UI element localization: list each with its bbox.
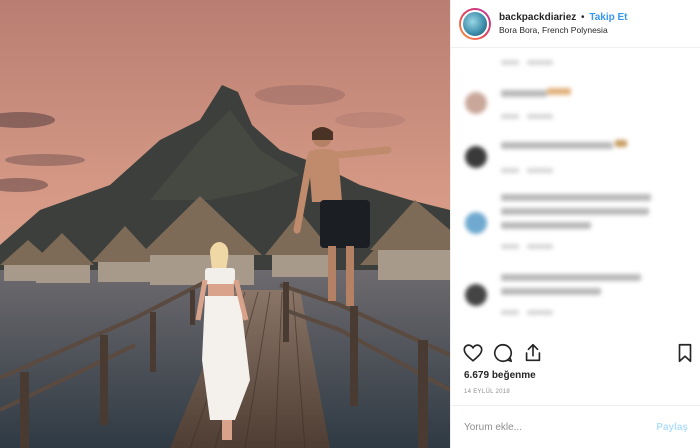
post-photo[interactable] <box>0 0 450 448</box>
comment-text <box>501 288 601 295</box>
share-icon[interactable] <box>522 342 544 364</box>
follow-button[interactable]: Takip Et <box>589 12 627 23</box>
comment-text <box>501 142 613 149</box>
comment-meta <box>501 310 519 315</box>
comment-avatar[interactable] <box>465 284 487 306</box>
comment-avatar[interactable] <box>465 146 487 168</box>
comments-list <box>451 48 700 338</box>
comment-input[interactable] <box>464 421 657 433</box>
likes-number: 6.679 <box>464 370 490 381</box>
comment-text <box>501 274 641 281</box>
comment-text <box>501 208 649 215</box>
comment-meta <box>527 310 553 315</box>
post-header: backpackdiariez • Takip Et Bora Bora, Fr… <box>451 0 700 48</box>
comment-text <box>501 194 651 201</box>
comment-meta <box>501 60 519 65</box>
header-line: backpackdiariez • Takip Et <box>499 11 628 24</box>
bookmark-icon[interactable] <box>674 342 696 364</box>
comment-meta <box>527 114 553 119</box>
likes-count[interactable]: 6.679 beğenme <box>464 370 536 381</box>
header-text: backpackdiariez • Takip Et Bora Bora, Fr… <box>499 11 628 37</box>
post-sidebar: backpackdiariez • Takip Et Bora Bora, Fr… <box>450 0 700 448</box>
comment-meta <box>501 244 519 249</box>
location-link[interactable]: Bora Bora, French Polynesia <box>499 24 628 37</box>
add-comment-bar: Paylaş <box>451 405 700 448</box>
comment-text <box>501 90 547 97</box>
comment-meta <box>527 168 553 173</box>
separator-dot: • <box>581 11 585 23</box>
comment-meta <box>527 244 553 249</box>
comment-avatar[interactable] <box>465 92 487 114</box>
heart-icon[interactable] <box>462 342 484 364</box>
comment-emoji <box>615 140 627 147</box>
comment-meta <box>501 114 519 119</box>
comment-meta <box>527 60 553 65</box>
avatar-story-ring[interactable] <box>459 7 491 40</box>
username-link[interactable]: backpackdiariez <box>499 12 576 23</box>
bora-bora-photo <box>0 0 450 448</box>
likes-word: beğenme <box>491 370 536 381</box>
comment-avatar[interactable] <box>465 212 487 234</box>
comment-text <box>501 222 591 229</box>
post-date[interactable]: 14 EYLÜL 2018 <box>464 389 510 395</box>
comment-icon[interactable] <box>492 342 514 364</box>
instagram-post: backpackdiariez • Takip Et Bora Bora, Fr… <box>0 0 700 448</box>
action-bar <box>451 342 700 368</box>
post-comment-button[interactable]: Paylaş <box>656 422 688 433</box>
comment-meta <box>501 168 519 173</box>
comment-emoji <box>547 88 571 95</box>
avatar[interactable] <box>461 9 489 38</box>
